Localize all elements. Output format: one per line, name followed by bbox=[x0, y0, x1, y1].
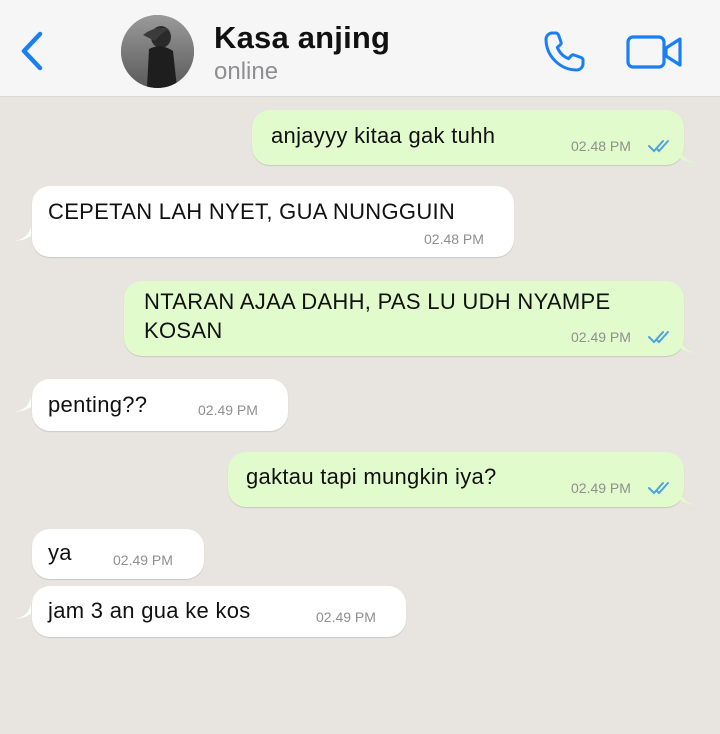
contact-name[interactable]: Kasa anjing bbox=[214, 20, 390, 56]
bubble-tail bbox=[15, 226, 31, 241]
contact-status: online bbox=[214, 58, 279, 85]
voice-call-button[interactable] bbox=[540, 28, 588, 76]
avatar[interactable] bbox=[121, 15, 194, 88]
outgoing-message[interactable]: gaktau tapi mungkin iya? 02.49 PM bbox=[228, 452, 684, 507]
video-camera-icon bbox=[626, 35, 682, 69]
contact-photo bbox=[121, 15, 194, 88]
message-text: gaktau tapi mungkin iya? bbox=[246, 464, 497, 489]
message-timestamp: 02.48 PM bbox=[424, 231, 484, 247]
message-timestamp: 02.49 PM bbox=[316, 609, 376, 625]
message-text: ya bbox=[48, 540, 72, 565]
message-timestamp: 02.49 PM bbox=[198, 402, 258, 418]
incoming-message[interactable]: jam 3 an gua ke kos 02.49 PM bbox=[32, 586, 406, 637]
outgoing-message[interactable]: anjayyy kitaa gak tuhh 02.48 PM bbox=[252, 110, 684, 165]
video-call-button[interactable] bbox=[626, 33, 684, 71]
message-timestamp: 02.48 PM bbox=[571, 138, 631, 154]
phone-icon bbox=[544, 31, 585, 72]
bubble-tail bbox=[680, 490, 696, 505]
outgoing-message[interactable]: NTARAN AJAA DAHH, PAS LU UDH NYAMPE KOSA… bbox=[124, 281, 684, 356]
bubble-tail bbox=[15, 604, 31, 619]
message-text: anjayyy kitaa gak tuhh bbox=[271, 123, 496, 148]
message-timestamp: 02.49 PM bbox=[571, 480, 631, 496]
read-receipt-icon bbox=[648, 482, 669, 495]
message-text-line-1: NTARAN AJAA DAHH, PAS LU UDH NYAMPE bbox=[144, 289, 611, 314]
incoming-message[interactable]: ya 02.49 PM bbox=[32, 529, 204, 579]
message-timestamp: 02.49 PM bbox=[571, 329, 631, 345]
back-button[interactable] bbox=[12, 26, 52, 76]
message-text: CEPETAN LAH NYET, GUA NUNGGUIN bbox=[48, 199, 456, 224]
message-text: jam 3 an gua ke kos bbox=[48, 598, 251, 623]
read-receipt-icon bbox=[648, 140, 669, 153]
chevron-left-icon bbox=[21, 31, 43, 71]
message-timestamp: 02.49 PM bbox=[113, 552, 173, 568]
read-receipt-icon bbox=[648, 331, 669, 344]
incoming-message[interactable]: penting?? 02.49 PM bbox=[32, 379, 288, 431]
chat-header: Kasa anjing online bbox=[0, 0, 720, 97]
message-text: penting?? bbox=[48, 392, 148, 417]
message-text-line-2: KOSAN bbox=[144, 318, 223, 343]
incoming-message[interactable]: CEPETAN LAH NYET, GUA NUNGGUIN 02.48 PM bbox=[32, 186, 514, 257]
bubble-tail bbox=[680, 148, 696, 163]
bubble-tail bbox=[680, 338, 696, 353]
bubble-tail bbox=[15, 397, 31, 412]
